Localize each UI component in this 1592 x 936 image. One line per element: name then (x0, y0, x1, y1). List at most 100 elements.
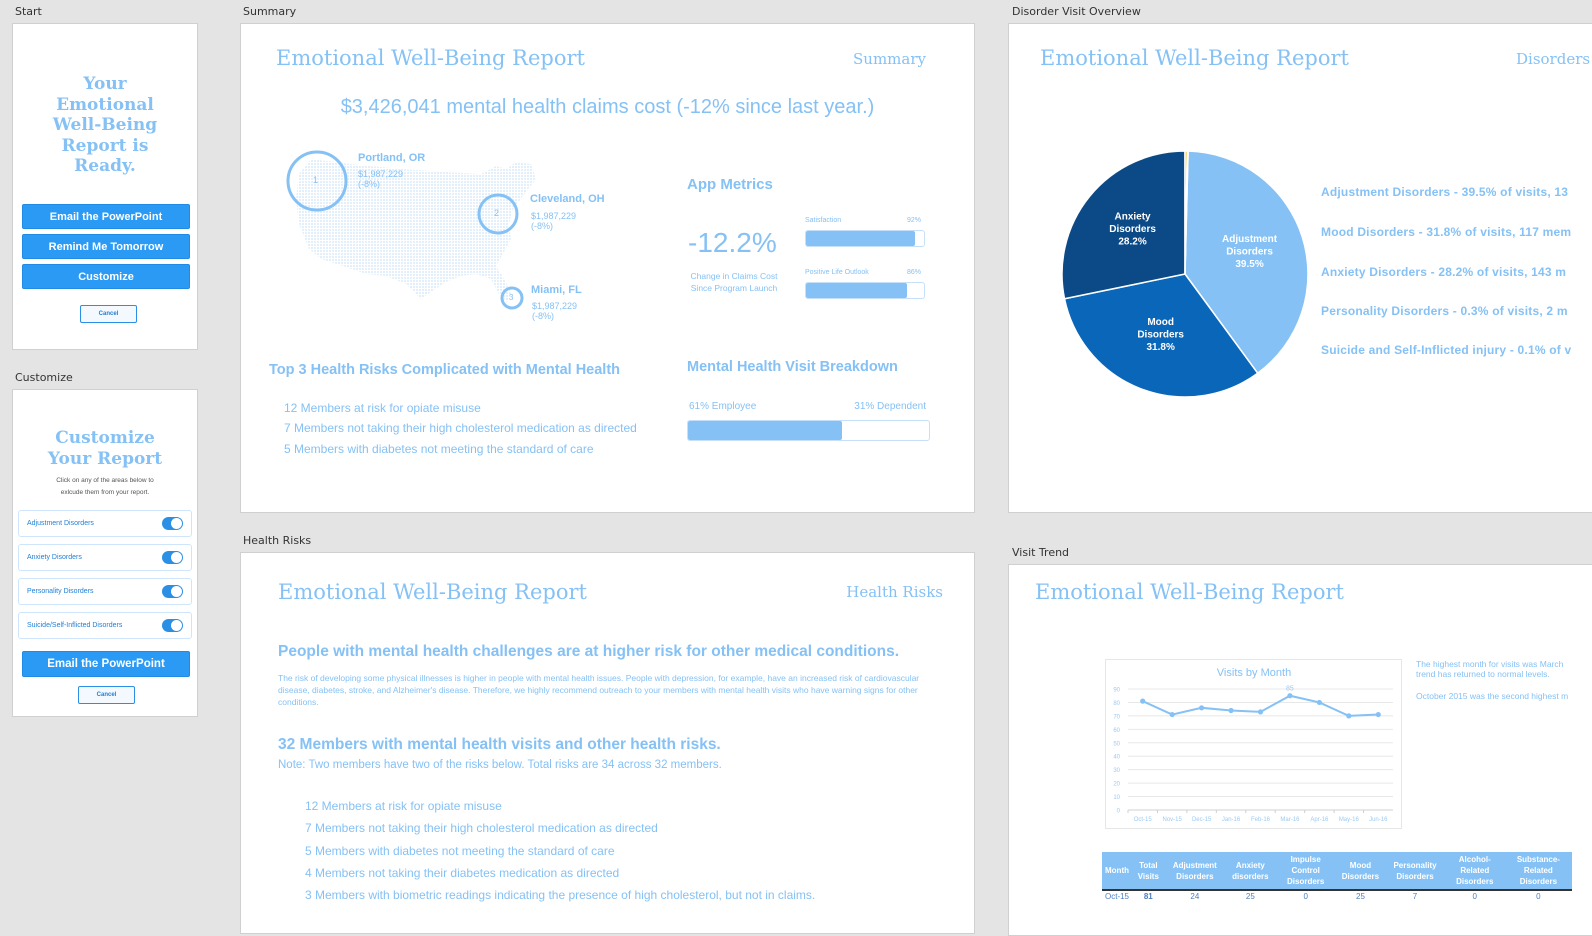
toggle-switch[interactable] (162, 585, 183, 598)
y-tick-label: 0 (1117, 809, 1121, 815)
table-header-cell: Personality Disorders (1385, 852, 1445, 891)
visits-line-chart: Visits by Month 0 10 20 30 40 50 60 70 80 90 Oct-15… (1113, 667, 1393, 823)
data-point (1228, 707, 1234, 714)
customize-heading: Customize Your Report (13, 428, 197, 470)
toggle-personality-disorders[interactable]: Personality Disorders (18, 578, 192, 605)
employee-fill (688, 421, 843, 440)
table-cell: 0 (1303, 892, 1308, 901)
data-point (1257, 709, 1264, 715)
start-heading-line: Emotional (56, 94, 154, 115)
cancel-button[interactable]: Cancel (80, 305, 137, 323)
y-tick-label: 60 (1113, 728, 1120, 734)
start-heading: Your Emotional Well-Being Report is Read… (13, 74, 197, 177)
section-title: Summary (853, 50, 926, 68)
table-header-cell: Total Visits (1132, 852, 1165, 891)
x-tick-label: Feb-16 (1251, 817, 1271, 823)
x-tick-label: Nov-15 (1162, 817, 1182, 823)
y-tick-label: 30 (1113, 768, 1120, 774)
toggle-anxiety-disorders[interactable]: Anxiety Disorders (18, 544, 192, 571)
y-tick-label: 90 (1113, 688, 1120, 694)
customize-heading-line: Customize (55, 428, 155, 448)
caption-line: Change in Claims Cost (690, 271, 778, 281)
risk-item: 4 Members not taking their diabetes medi… (305, 866, 620, 880)
data-point (1287, 693, 1293, 699)
data-point (1169, 711, 1175, 718)
members-headline: 32 Members with mental health visits and… (278, 736, 721, 753)
risk-item: 7 Members not taking their high choleste… (284, 421, 637, 435)
y-tick-label: 10 (1113, 795, 1120, 801)
top-risks-title: Top 3 Health Risks Complicated with Ment… (269, 362, 621, 378)
toggle-switch[interactable] (162, 517, 183, 530)
customize-email-button[interactable]: Email the PowerPoint (22, 651, 190, 677)
app-metrics-title: App Metrics (687, 176, 773, 193)
risk-item: 5 Members with diabetes not meeting the … (305, 844, 615, 858)
marker-rank: 2 (494, 208, 500, 218)
start-heading-line: Well-Being (52, 115, 158, 135)
table-header-cell: Mood Disorders (1335, 852, 1386, 891)
line-chart-frame: Visits by Month 0 10 20 30 40 50 60 70 80 90 Oct-15… (1105, 659, 1402, 829)
data-label: 85 (1286, 686, 1294, 693)
marker-rank: 1 (313, 175, 319, 185)
metric-value: 86% (907, 269, 922, 276)
email-powerpoint-button[interactable]: Email the PowerPoint (22, 204, 190, 229)
risk-headline: People with mental health challenges are… (278, 643, 900, 660)
table-cell: Oct-15 (1105, 892, 1130, 901)
remind-tomorrow-button[interactable]: Remind Me Tomorrow (22, 234, 190, 259)
artboard-label-disorder-overview: Disorder Visit Overview (1012, 5, 1141, 18)
risk-item: 12 Members at risk for opiate misuse (305, 799, 502, 813)
claims-change-caption: Change in Claims Cost Since Program Laun… (679, 270, 789, 294)
toggle-switch[interactable] (162, 551, 183, 564)
note-line: The highest month for visits was March (1416, 659, 1564, 669)
instructions-line: exlcude them from your report. (60, 489, 150, 496)
summary-artboard: Emotional Well-Being Report Summary $3,4… (240, 23, 975, 513)
caption-line: Since Program Launch (690, 283, 778, 293)
claims-headline: $3,426,041 mental health claims cost (-1… (340, 96, 875, 118)
location-city: Miami, FL (531, 284, 582, 296)
legend-item: Mood Disorders - 31.8% of visits, 117 me… (1321, 225, 1572, 239)
risk-body: The risk of developing some physical ill… (278, 673, 920, 707)
table-cell: 81 (1143, 892, 1153, 901)
start-artboard: Your Emotional Well-Being Report is Read… (12, 23, 198, 350)
toggle-adjustment-disorders[interactable]: Adjustment Disorders (18, 510, 192, 537)
visit-breakdown-bar (687, 420, 930, 441)
marker-rank: 3 (509, 293, 514, 302)
y-tick-label: 50 (1113, 741, 1120, 747)
location-amount: $1,987,229 (-8%) (531, 211, 577, 231)
customize-cancel-button[interactable]: Cancel (78, 686, 135, 704)
risk-item: 5 Members with diabetes not meeting the … (284, 442, 594, 456)
section-title: Disorders (1516, 50, 1591, 68)
table-cell: 7 (1412, 892, 1418, 901)
customize-button[interactable]: Customize (22, 264, 190, 289)
disorder-overview-artboard: Emotional Well-Being Report Disorders Ad… (1008, 23, 1592, 513)
artboard-label-visit-trend: Visit Trend (1012, 546, 1070, 559)
table-header-cell: Impulse Control Disorders (1275, 852, 1336, 891)
artboard-label-health-risks: Health Risks (243, 534, 312, 547)
instructions-line: Click on any of the areas below to (56, 477, 154, 484)
satisfaction-bar (805, 230, 925, 247)
toggle-switch[interactable] (162, 619, 183, 632)
start-heading-line: Report is (61, 135, 149, 156)
y-tick-label: 80 (1113, 701, 1120, 707)
x-tick-label: Jan-16 (1222, 817, 1241, 823)
data-point (1199, 705, 1205, 711)
report-title: Emotional Well-Being Report (278, 580, 587, 604)
data-point (1375, 711, 1381, 718)
table-header-cell: Substance-Related Disorders (1504, 852, 1572, 891)
toggle-label: Anxiety Disorders (27, 554, 82, 561)
metric-label: Positive Life Outlook (805, 269, 869, 276)
toggle-suicide-disorders[interactable]: Suicide/Self-Inflicted Disorders (18, 612, 192, 639)
table-header-cell: Adjustment Disorders (1164, 852, 1226, 891)
table-header-cell: Month (1102, 852, 1132, 891)
bar-fill (806, 231, 915, 246)
y-tick-label: 70 (1113, 714, 1120, 720)
report-title: Emotional Well-Being Report (1040, 46, 1349, 70)
toggle-label: Personality Disorders (27, 588, 94, 595)
visit-breakdown-title: Mental Health Visit Breakdown (687, 359, 898, 375)
artboard-label-customize: Customize (15, 371, 73, 384)
x-tick-label: May-16 (1339, 817, 1360, 823)
customize-heading-line: Your Report (47, 449, 163, 469)
x-tick-label: Oct-15 (1134, 817, 1153, 823)
dependent-label: 31% Dependent (854, 401, 926, 412)
note-line: trend has returned to normal levels. (1416, 669, 1550, 679)
employee-label: 61% Employee (689, 401, 757, 412)
